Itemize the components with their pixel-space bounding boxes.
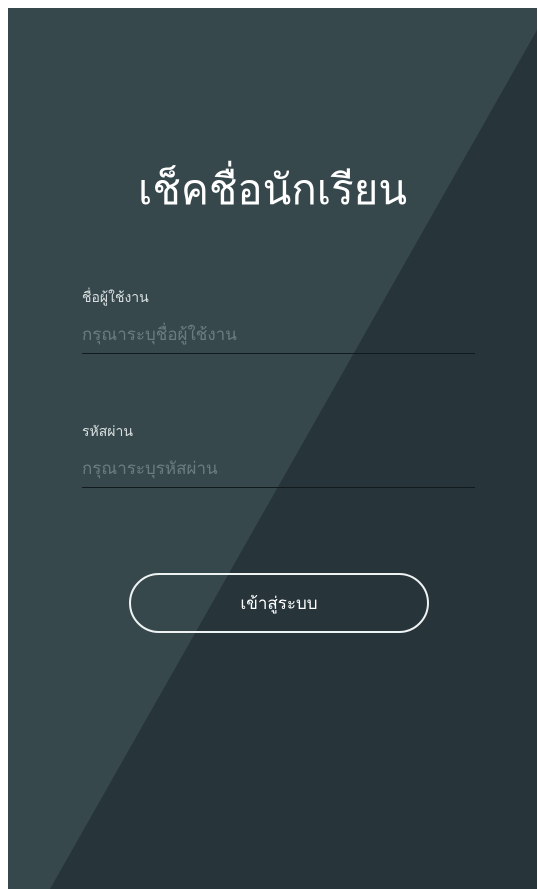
username-label: ชื่อผู้ใช้งาน	[82, 290, 149, 306]
page-title: เช็คชื่อนักเรียน	[137, 165, 408, 214]
login-screen: เช็คชื่อนักเรียน ชื่อผู้ใช้งาน รหัสผ่าน …	[8, 8, 537, 889]
password-label: รหัสผ่าน	[82, 424, 133, 440]
login-button[interactable]: เข้าสู่ระบบ	[129, 573, 429, 633]
password-field-group: รหัสผ่าน	[82, 422, 475, 488]
username-input[interactable]	[82, 316, 475, 354]
password-input[interactable]	[82, 450, 475, 488]
username-field-group: ชื่อผู้ใช้งาน	[82, 288, 475, 354]
